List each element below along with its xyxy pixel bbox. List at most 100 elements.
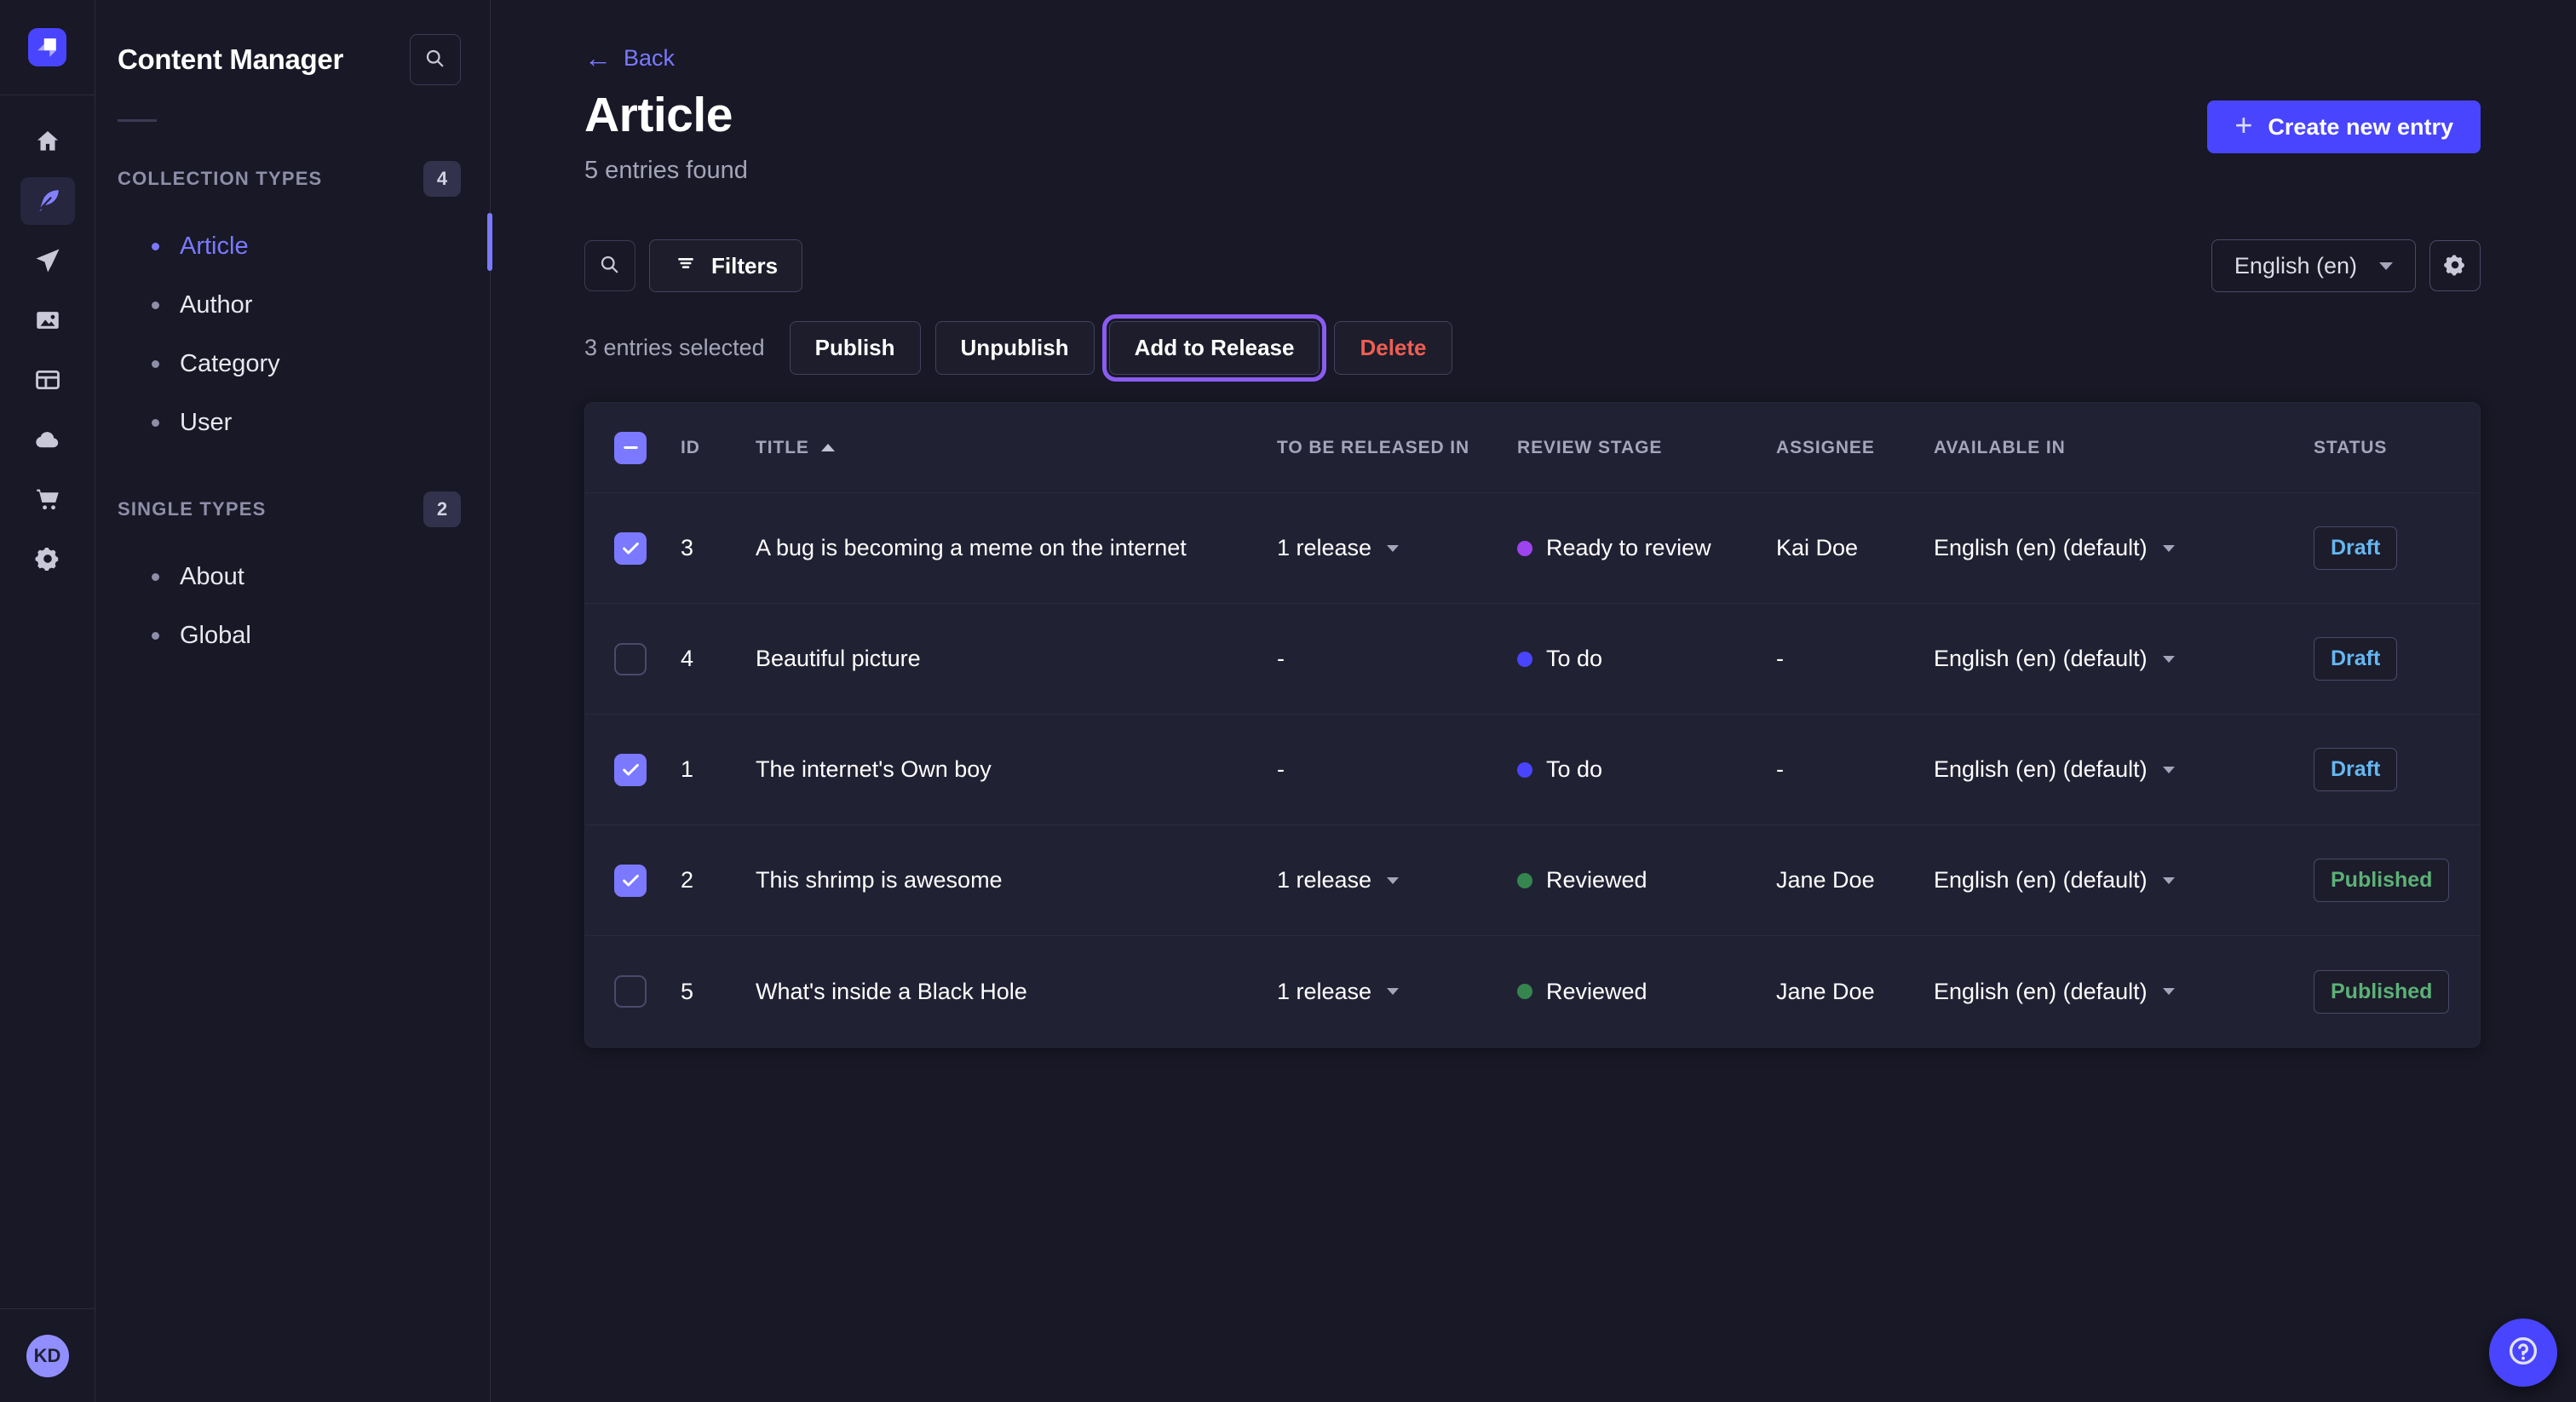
help-button[interactable] <box>2489 1319 2557 1387</box>
bullet-icon <box>152 243 159 250</box>
table-row[interactable]: 4 Beautiful picture - To do - English (e… <box>585 604 2480 715</box>
column-header-available-in: AVAILABLE IN <box>1934 438 2314 458</box>
row-checkbox[interactable] <box>614 643 647 675</box>
sidebar-item-article[interactable]: Article <box>95 217 490 276</box>
subnav-divider <box>118 119 157 122</box>
locale-chevron-icon[interactable] <box>2163 656 2175 663</box>
cell-release-dropdown[interactable]: 1 release <box>1277 979 1517 1005</box>
sidebar-item-about[interactable]: About <box>95 548 490 606</box>
locale-chevron-icon[interactable] <box>2163 767 2175 773</box>
cell-title: This shrimp is awesome <box>756 867 1277 893</box>
collection-types-section: COLLECTION TYPES 4 Article Author Catego… <box>95 161 490 452</box>
sidebar-item-user[interactable]: User <box>95 394 490 452</box>
table-row[interactable]: 1 The internet's Own boy - To do - Engli… <box>585 715 2480 825</box>
row-checkbox[interactable] <box>614 975 647 1008</box>
cell-title: A bug is becoming a meme on the internet <box>756 535 1277 561</box>
subnav-search-button[interactable] <box>410 34 461 85</box>
sort-ascending-icon <box>821 444 835 451</box>
cell-release-dropdown[interactable]: 1 release <box>1277 535 1517 561</box>
cell-locale-dropdown[interactable]: English (en) (default) <box>1934 867 2314 893</box>
search-icon <box>423 46 448 74</box>
sidebar-item-label: Global <box>180 622 251 650</box>
back-link[interactable]: ← Back <box>584 44 675 72</box>
single-types-count: 2 <box>423 491 461 527</box>
cell-release-dropdown[interactable]: - <box>1277 756 1517 783</box>
cloud-icon[interactable] <box>20 416 75 463</box>
filter-icon <box>674 251 698 281</box>
row-checkbox[interactable] <box>614 532 647 565</box>
delete-button[interactable]: Delete <box>1334 321 1452 375</box>
cell-locale-dropdown[interactable]: English (en) (default) <box>1934 979 2314 1005</box>
locale-chevron-icon[interactable] <box>2163 988 2175 995</box>
table-row[interactable]: 3 A bug is becoming a meme on the intern… <box>585 493 2480 604</box>
rail-bottom: KD <box>0 1308 95 1402</box>
release-chevron-icon[interactable] <box>1387 877 1399 884</box>
cell-locale-dropdown[interactable]: English (en) (default) <box>1934 756 2314 783</box>
logo-box <box>0 0 95 95</box>
cell-locale-dropdown[interactable]: English (en) (default) <box>1934 646 2314 672</box>
status-badge: Published <box>2314 970 2449 1014</box>
cell-review-stage: Ready to review <box>1517 535 1776 561</box>
table-row[interactable]: 5 What's inside a Black Hole 1 release R… <box>585 936 2480 1047</box>
question-circle-icon <box>2505 1333 2541 1373</box>
paper-plane-icon[interactable] <box>20 237 75 284</box>
stage-dot <box>1517 873 1532 888</box>
cell-title: The internet's Own boy <box>756 756 1277 783</box>
status-badge: Draft <box>2314 637 2397 681</box>
release-chevron-icon[interactable] <box>1387 545 1399 552</box>
sidebar-item-global[interactable]: Global <box>95 606 490 665</box>
search-icon <box>597 252 623 280</box>
cell-assignee: - <box>1776 646 1934 672</box>
layout-builder-icon[interactable] <box>20 356 75 404</box>
sidebar-item-label: About <box>180 563 244 591</box>
select-all-checkbox[interactable] <box>614 432 647 464</box>
status-badge: Published <box>2314 859 2449 902</box>
locale-chevron-icon[interactable] <box>2163 877 2175 884</box>
strapi-logo[interactable] <box>28 28 66 66</box>
gear-icon[interactable] <box>20 535 75 583</box>
cell-release-dropdown[interactable]: 1 release <box>1277 867 1517 893</box>
locale-chevron-icon[interactable] <box>2163 545 2175 552</box>
locale-value: English (en) <box>2234 253 2357 279</box>
cell-release-dropdown[interactable]: - <box>1277 646 1517 672</box>
row-checkbox[interactable] <box>614 865 647 897</box>
stage-dot <box>1517 652 1532 667</box>
table-row[interactable]: 2 This shrimp is awesome 1 release Revie… <box>585 825 2480 936</box>
stage-dot <box>1517 541 1532 556</box>
plus-icon: + <box>2234 110 2252 141</box>
publish-button[interactable]: Publish <box>790 321 921 375</box>
page-title: Article <box>584 87 748 143</box>
entries-count: 5 entries found <box>584 157 748 185</box>
cart-icon[interactable] <box>20 475 75 523</box>
stage-dot <box>1517 984 1532 999</box>
sidebar-item-category[interactable]: Category <box>95 335 490 394</box>
media-images-icon[interactable] <box>20 296 75 344</box>
release-chevron-icon[interactable] <box>1387 988 1399 995</box>
app-window: KD Content Manager COLLECTION TYPES 4 Ar… <box>0 0 2576 1402</box>
sidebar-item-author[interactable]: Author <box>95 276 490 335</box>
view-settings-button[interactable] <box>2429 240 2481 291</box>
cell-title: Beautiful picture <box>756 646 1277 672</box>
user-avatar[interactable]: KD <box>26 1335 69 1377</box>
row-checkbox[interactable] <box>614 754 647 786</box>
single-types-section: SINGLE TYPES 2 About Global <box>95 491 490 665</box>
icon-rail: KD <box>0 0 95 1402</box>
bullet-icon <box>152 360 159 368</box>
filters-button[interactable]: Filters <box>649 239 802 292</box>
cell-locale-dropdown[interactable]: English (en) (default) <box>1934 535 2314 561</box>
column-header-id[interactable]: ID <box>681 438 756 458</box>
feather-content-icon[interactable] <box>20 177 75 225</box>
back-label: Back <box>624 45 675 72</box>
locale-dropdown[interactable]: English (en) <box>2211 239 2416 292</box>
column-header-title[interactable]: TITLE <box>756 438 1277 458</box>
chevron-down-icon <box>2379 262 2393 270</box>
create-new-entry-button[interactable]: + Create new entry <box>2207 101 2481 153</box>
search-button[interactable] <box>584 240 635 291</box>
back-arrow-icon: ← <box>584 44 612 72</box>
sidebar-item-label: Article <box>180 233 249 261</box>
collection-types-count: 4 <box>423 161 461 197</box>
content-manager-subnav: Content Manager COLLECTION TYPES 4 Artic… <box>95 0 491 1402</box>
unpublish-button[interactable]: Unpublish <box>935 321 1095 375</box>
add-to-release-button[interactable]: Add to Release <box>1109 321 1320 375</box>
home-icon[interactable] <box>20 118 75 165</box>
